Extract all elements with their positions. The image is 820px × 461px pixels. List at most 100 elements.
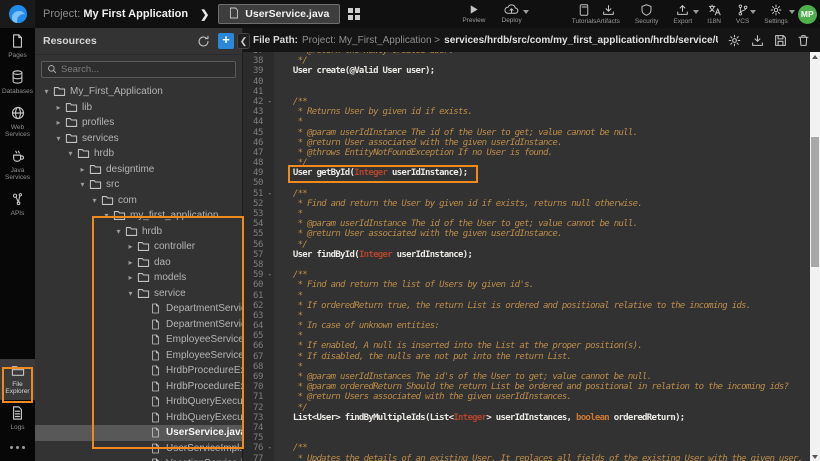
tree-item-dao[interactable]: ▸dao [35, 255, 243, 271]
vertical-scrollbar[interactable] [810, 52, 820, 461]
code-line-46[interactable]: 46 * @return User associated with the gi… [243, 138, 810, 148]
download-file-button[interactable] [751, 34, 764, 47]
preview-button[interactable]: Preview [462, 4, 485, 25]
code-line-56[interactable]: 56 */ [243, 240, 810, 250]
vcs-button[interactable]: VCS [736, 4, 749, 25]
code-line-51[interactable]: 51- /** [243, 189, 810, 199]
tree-item-hrdbqueryexecutorserviceimpl-java[interactable]: HrdbQueryExecutorServiceImpl.java [35, 410, 243, 426]
chevron-down-icon[interactable]: ▾ [53, 134, 64, 143]
code-line-53[interactable]: 53 * [243, 209, 810, 219]
search-box[interactable] [41, 61, 236, 78]
tree-item-hrdb[interactable]: ▾hrdb [35, 224, 243, 240]
code-line-52[interactable]: 52 * Find and return the User by given i… [243, 199, 810, 209]
code-line-70[interactable]: 70 * @param orderedReturn Should the ret… [243, 382, 810, 392]
sidebar-item-logs[interactable]: Logs [0, 400, 35, 436]
code-line-65[interactable]: 65 * [243, 331, 810, 341]
code-line-64[interactable]: 64 * In case of unknown entities: [243, 321, 810, 331]
code-line-57[interactable]: 57 User findById(Integer userIdInstance)… [243, 250, 810, 260]
chevron-right-icon[interactable]: ▸ [53, 118, 64, 127]
code-line-48[interactable]: 48 */ [243, 158, 810, 168]
delete-file-button[interactable] [797, 34, 810, 47]
code-line-60[interactable]: 60 * Find and return the list of Users b… [243, 280, 810, 290]
fold-marker-icon[interactable]: - [265, 443, 274, 453]
scrollbar-thumb[interactable] [811, 137, 819, 267]
chevron-down-icon[interactable]: ▾ [41, 87, 52, 96]
app-logo[interactable] [0, 0, 35, 28]
tab-userservice-java[interactable]: UserService.java [218, 4, 340, 24]
code-line-62[interactable]: 62 * If orderedReturn true, the return L… [243, 301, 810, 311]
code-line-55[interactable]: 55 * @return User associated with the gi… [243, 229, 810, 239]
chevron-down-icon[interactable]: ▾ [65, 149, 76, 158]
chevron-right-icon[interactable]: ▸ [125, 273, 136, 282]
tree-item-hrdbqueryexecutorservice-java[interactable]: HrdbQueryExecutorService.java [35, 394, 243, 410]
tree-item-src[interactable]: ▾src [35, 177, 243, 193]
tree-item-hrdbprocedureexecutorserviceimpl-java[interactable]: HrdbProcedureExecutorServiceImpl.java [35, 379, 243, 395]
code-line-69[interactable]: 69 * @param userIdInstances The id's of … [243, 372, 810, 382]
tree-item-models[interactable]: ▸models [35, 270, 243, 286]
code-line-71[interactable]: 71 * @return Users associated with the g… [243, 392, 810, 402]
fold-marker-icon[interactable]: - [265, 270, 274, 280]
search-input[interactable] [61, 64, 230, 75]
code-line-75[interactable]: 75 [243, 433, 810, 443]
code-line-47[interactable]: 47 * @throws EntityNotFoundException If … [243, 148, 810, 158]
code-line-42[interactable]: 42- /** [243, 97, 810, 107]
tree-item-my-first-application[interactable]: ▾My_First_Application [35, 84, 243, 100]
code-line-39[interactable]: 39 User create(@Valid User user); [243, 66, 810, 76]
tree-item-service[interactable]: ▾service [35, 286, 243, 302]
code-line-54[interactable]: 54 * @param userIdInstance The id of the… [243, 219, 810, 229]
tree-item-departmentserviceimpl-java[interactable]: DepartmentServiceImpl.java [35, 317, 243, 333]
code-line-44[interactable]: 44 * [243, 117, 810, 127]
chevron-down-icon[interactable]: ▾ [125, 289, 136, 298]
tree-item-profiles[interactable]: ▸profiles [35, 115, 243, 131]
export-button[interactable]: Export [673, 4, 692, 25]
security-button[interactable]: Security [635, 4, 658, 25]
code-line-58[interactable]: 58 [243, 260, 810, 270]
chevron-down-icon[interactable]: ▾ [101, 211, 112, 220]
chevron-down-icon[interactable]: ▾ [89, 196, 100, 205]
more-options-button[interactable] [10, 436, 25, 461]
tree-item-hrdb[interactable]: ▾hrdb [35, 146, 243, 162]
scroll-up-arrow[interactable] [810, 52, 820, 61]
code-line-49[interactable]: 49 User getById(Integer userIdInstance); [243, 168, 810, 178]
settings-button[interactable]: Settings [764, 4, 788, 25]
grid-icon[interactable] [348, 8, 360, 20]
code-line-50[interactable]: 50 [243, 178, 810, 188]
tree-item-services[interactable]: ▾services [35, 131, 243, 147]
tree-item-controller[interactable]: ▸controller [35, 239, 243, 255]
code-line-41[interactable]: 41 [243, 87, 810, 97]
code-line-72[interactable]: 72 */ [243, 403, 810, 413]
chevron-down-icon[interactable]: ▾ [113, 227, 124, 236]
sidebar-item-file-explorer[interactable]: File Explorer [0, 359, 35, 400]
fold-marker-icon[interactable]: - [265, 97, 274, 107]
chevron-right-icon[interactable]: ▸ [53, 103, 64, 112]
sidebar-item-apis[interactable]: APIs [0, 186, 35, 222]
chevron-down-icon[interactable]: ▾ [77, 180, 88, 189]
code-line-38[interactable]: 38 */ [243, 56, 810, 66]
code-line-61[interactable]: 61 * [243, 291, 810, 301]
code-line-73[interactable]: 73 List<User> findByMultipleIds(List<Int… [243, 413, 810, 423]
tree-item-userservice-java[interactable]: UserService.java [35, 425, 243, 441]
chevron-right-icon[interactable]: ▸ [125, 242, 136, 251]
tree-item-my-first-application[interactable]: ▾my_first_application [35, 208, 243, 224]
tree-item-employeeservice-java[interactable]: EmployeeService.java [35, 332, 243, 348]
avatar[interactable]: MP [798, 5, 817, 24]
collapse-panel-button[interactable]: ❮ [237, 33, 250, 49]
code-line-77[interactable]: 77 * Updates the details of an existing … [243, 454, 810, 461]
code-line-40[interactable]: 40 [243, 77, 810, 87]
tree-item-hrdbprocedureexecutorservice-java[interactable]: HrdbProcedureExecutorService.java [35, 363, 243, 379]
code-line-43[interactable]: 43 * Returns User by given id if exists. [243, 107, 810, 117]
sidebar-item-databases[interactable]: Databases [0, 64, 35, 100]
tree-item-lib[interactable]: ▸lib [35, 100, 243, 116]
tutorials-button[interactable]: Tutorials [572, 4, 597, 25]
code-line-74[interactable]: 74 [243, 423, 810, 433]
fold-marker-icon[interactable]: - [265, 189, 274, 199]
code-line-63[interactable]: 63 * [243, 311, 810, 321]
code-line-66[interactable]: 66 * If enabled, A null is inserted into… [243, 341, 810, 351]
chevron-right-icon[interactable]: ▸ [125, 258, 136, 267]
tree-item-employeeserviceimpl-java[interactable]: EmployeeServiceImpl.java [35, 348, 243, 364]
sidebar-item-java-services[interactable]: Java Services [0, 143, 35, 186]
code-area[interactable]: 37 * @return the newly created user.38 *… [243, 52, 810, 461]
code-line-59[interactable]: 59- /** [243, 270, 810, 280]
deploy-button[interactable]: Deploy [502, 4, 522, 25]
code-line-76[interactable]: 76- /** [243, 443, 810, 453]
